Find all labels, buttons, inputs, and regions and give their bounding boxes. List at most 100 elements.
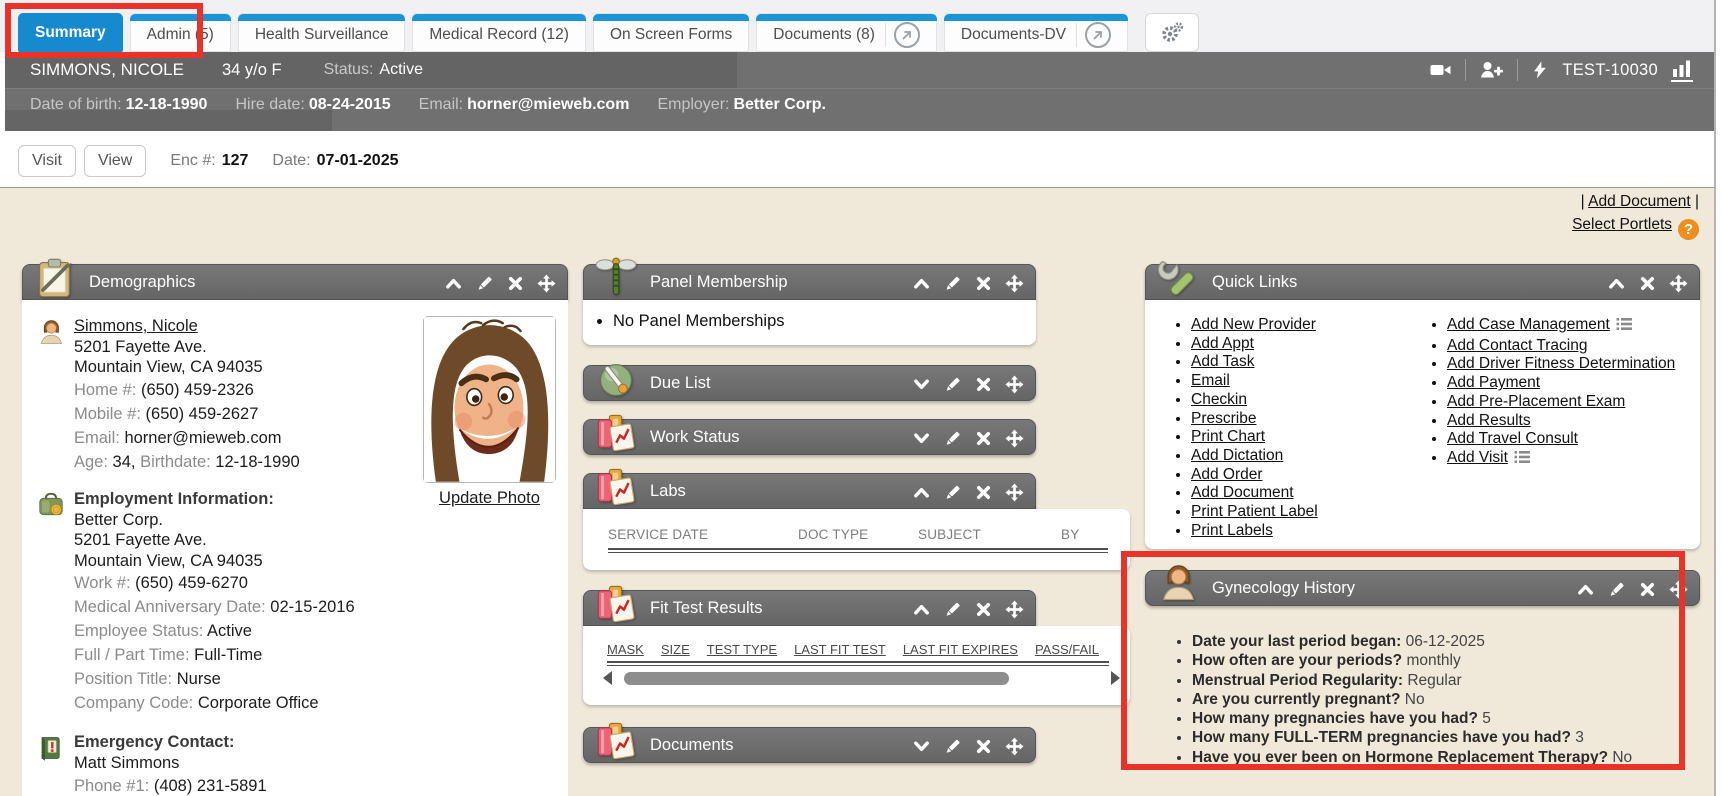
edit-portlet-button[interactable] <box>473 272 495 294</box>
collapse-portlet-button[interactable] <box>442 272 464 294</box>
lightning-bolt-icon[interactable] <box>1531 60 1549 80</box>
panel-membership-portlet-body: No Panel Memberships <box>583 300 1036 345</box>
edit-portlet-button[interactable] <box>941 598 963 620</box>
move-icon <box>1005 429 1024 448</box>
move-portlet-handle[interactable] <box>535 272 557 294</box>
quick-link-anchor[interactable]: Print Chart <box>1191 428 1265 445</box>
quick-link-anchor[interactable]: Add Travel Consult <box>1447 430 1578 447</box>
edit-portlet-button[interactable] <box>941 427 963 449</box>
quick-link-anchor[interactable]: Add New Provider <box>1191 316 1316 333</box>
edit-portlet-button[interactable] <box>941 735 963 757</box>
close-portlet-button[interactable] <box>972 481 994 503</box>
fit-test-column-link[interactable]: LAST FIT EXPIRES <box>903 642 1018 657</box>
move-portlet-handle[interactable] <box>1003 373 1025 395</box>
select-portlets-link[interactable]: Select Portlets <box>1572 216 1672 233</box>
quick-link-anchor[interactable]: Add Pre-Placement Exam <box>1447 393 1625 410</box>
quick-link-anchor[interactable]: Add Results <box>1447 412 1531 429</box>
close-portlet-button[interactable] <box>1636 272 1658 294</box>
collapse-portlet-button[interactable] <box>910 481 932 503</box>
quick-link-anchor[interactable]: Email <box>1191 372 1230 389</box>
close-portlet-button[interactable] <box>972 373 994 395</box>
page-right-scroll-edge[interactable] <box>1714 0 1716 796</box>
close-portlet-button[interactable] <box>972 735 994 757</box>
close-icon <box>974 274 993 293</box>
quick-link-anchor[interactable]: Add Document <box>1191 484 1294 501</box>
fit-test-column-link[interactable]: SIZE <box>661 642 690 657</box>
tab-documents[interactable]: Documents (8) <box>756 13 937 52</box>
woman-avatar-small-icon <box>36 317 66 349</box>
quick-link-anchor[interactable]: Print Patient Label <box>1191 503 1318 520</box>
expand-portlet-button[interactable] <box>910 373 932 395</box>
fit-test-column-link[interactable]: LAST FIT TEST <box>794 642 886 657</box>
move-portlet-handle[interactable] <box>1003 481 1025 503</box>
move-portlet-handle[interactable] <box>1003 427 1025 449</box>
edit-portlet-button[interactable] <box>941 481 963 503</box>
fit-test-column-link[interactable]: PASS/FAIL <box>1035 642 1099 657</box>
popout-icon[interactable] <box>894 22 920 48</box>
list-menu-icon[interactable] <box>1616 317 1632 337</box>
quick-link-anchor[interactable]: Add Dictation <box>1191 447 1283 464</box>
fit-test-portlet-header: Fit Test Results <box>583 590 1036 626</box>
edit-portlet-button[interactable] <box>941 272 963 294</box>
move-portlet-handle[interactable] <box>1667 578 1689 600</box>
close-portlet-button[interactable] <box>504 272 526 294</box>
quick-link-anchor[interactable]: Add Case Management <box>1447 316 1610 333</box>
scroll-right-icon[interactable] <box>1111 671 1120 685</box>
quick-link-anchor[interactable]: Add Payment <box>1447 374 1540 391</box>
fit-test-column-link[interactable]: MASK <box>607 642 644 657</box>
move-portlet-handle[interactable] <box>1003 735 1025 757</box>
add-person-icon[interactable] <box>1479 60 1504 80</box>
close-portlet-button[interactable] <box>972 272 994 294</box>
edit-portlet-button[interactable] <box>941 373 963 395</box>
bar-chart-icon[interactable] <box>1671 59 1693 82</box>
video-camera-icon[interactable] <box>1429 60 1452 80</box>
visit-button[interactable]: Visit <box>18 145 76 177</box>
quick-link-anchor[interactable]: Add Appt <box>1191 335 1254 352</box>
quick-link: Print Patient Label <box>1191 503 1403 522</box>
quick-link-anchor[interactable]: Add Order <box>1191 466 1263 483</box>
quick-link-anchor[interactable]: Checkin <box>1191 391 1247 408</box>
table-rule <box>608 548 1108 553</box>
list-menu-icon[interactable] <box>1514 450 1530 470</box>
tab-summary[interactable]: Summary <box>18 13 123 52</box>
popout-icon[interactable] <box>1085 22 1111 48</box>
move-portlet-handle[interactable] <box>1003 272 1025 294</box>
scroll-left-icon[interactable] <box>603 671 612 685</box>
collapse-portlet-button[interactable] <box>910 598 932 620</box>
quick-link-anchor[interactable]: Add Contact Tracing <box>1447 337 1587 354</box>
add-document-link[interactable]: Add Document <box>1588 193 1691 210</box>
quick-link-anchor[interactable]: Add Visit <box>1447 449 1508 466</box>
collapse-portlet-button[interactable] <box>1605 272 1627 294</box>
close-portlet-button[interactable] <box>1636 578 1658 600</box>
horizontal-scrollbar[interactable] <box>603 671 1120 685</box>
help-icon[interactable]: ? <box>1678 219 1699 240</box>
quick-link-anchor[interactable]: Add Task <box>1191 353 1254 370</box>
fit-test-column-link[interactable]: TEST TYPE <box>707 642 777 657</box>
patient-name-link[interactable]: Simmons, Nicole <box>74 317 198 335</box>
collapse-portlet-button[interactable] <box>1574 578 1596 600</box>
tab-medical-record[interactable]: Medical Record (12) <box>412 13 586 52</box>
close-portlet-button[interactable] <box>972 598 994 620</box>
update-photo-link[interactable]: Update Photo <box>439 489 540 508</box>
expand-portlet-button[interactable] <box>910 427 932 449</box>
patient-header: SIMMONS, NICOLE 34 y/o F Status: Active … <box>5 52 1715 88</box>
move-portlet-handle[interactable] <box>1003 598 1025 620</box>
quick-link-anchor[interactable]: Add Driver Fitness Determination <box>1447 355 1675 372</box>
quick-link-anchor[interactable]: Prescribe <box>1191 410 1256 427</box>
pencil-icon <box>1607 580 1626 599</box>
expand-portlet-button[interactable] <box>910 735 932 757</box>
scrollbar-thumb[interactable] <box>624 672 1009 685</box>
chart-id: TEST-10030 <box>1562 61 1658 80</box>
quick-link-anchor[interactable]: Print Labels <box>1191 522 1273 539</box>
edit-portlet-button[interactable] <box>1605 578 1627 600</box>
tab-health-surveillance[interactable]: Health Surveillance <box>238 13 406 52</box>
collapse-portlet-button[interactable] <box>910 272 932 294</box>
tab-settings-button[interactable] <box>1145 13 1199 52</box>
move-portlet-handle[interactable] <box>1667 272 1689 294</box>
tab-on-screen-forms[interactable]: On Screen Forms <box>593 13 749 52</box>
tab-documents-dv[interactable]: Documents-DV <box>944 13 1128 52</box>
gyn-history-item: Menstrual Period Regularity: Regular <box>1192 671 1700 690</box>
close-portlet-button[interactable] <box>972 427 994 449</box>
tab-admin[interactable]: Admin (5) <box>130 13 231 52</box>
view-button[interactable]: View <box>84 145 146 177</box>
